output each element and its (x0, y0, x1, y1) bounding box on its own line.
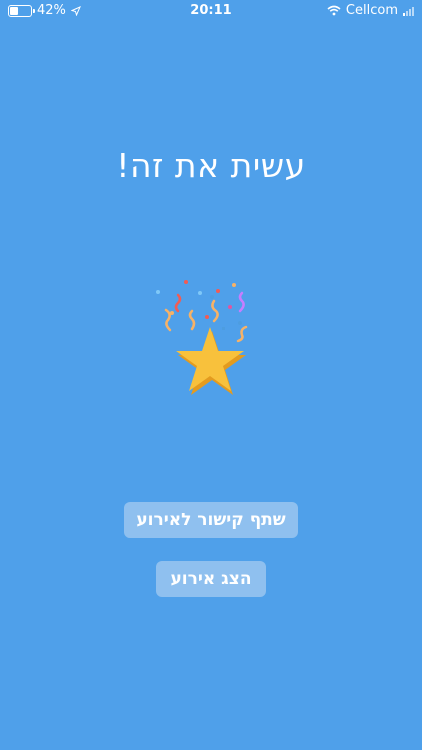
status-bar: 42% 20:11 Cellcom (0, 0, 422, 22)
page-title: עשית את זה! (116, 146, 306, 185)
wifi-icon (327, 5, 341, 16)
carrier-name: Cellcom (345, 3, 398, 18)
signal-icon (403, 6, 414, 16)
star-confetti-icon (156, 280, 248, 395)
share-event-link-button[interactable]: שתף קישור לאירוע (124, 502, 298, 538)
show-event-button[interactable]: הצג אירוע (156, 561, 266, 597)
status-right: Cellcom (327, 3, 414, 18)
